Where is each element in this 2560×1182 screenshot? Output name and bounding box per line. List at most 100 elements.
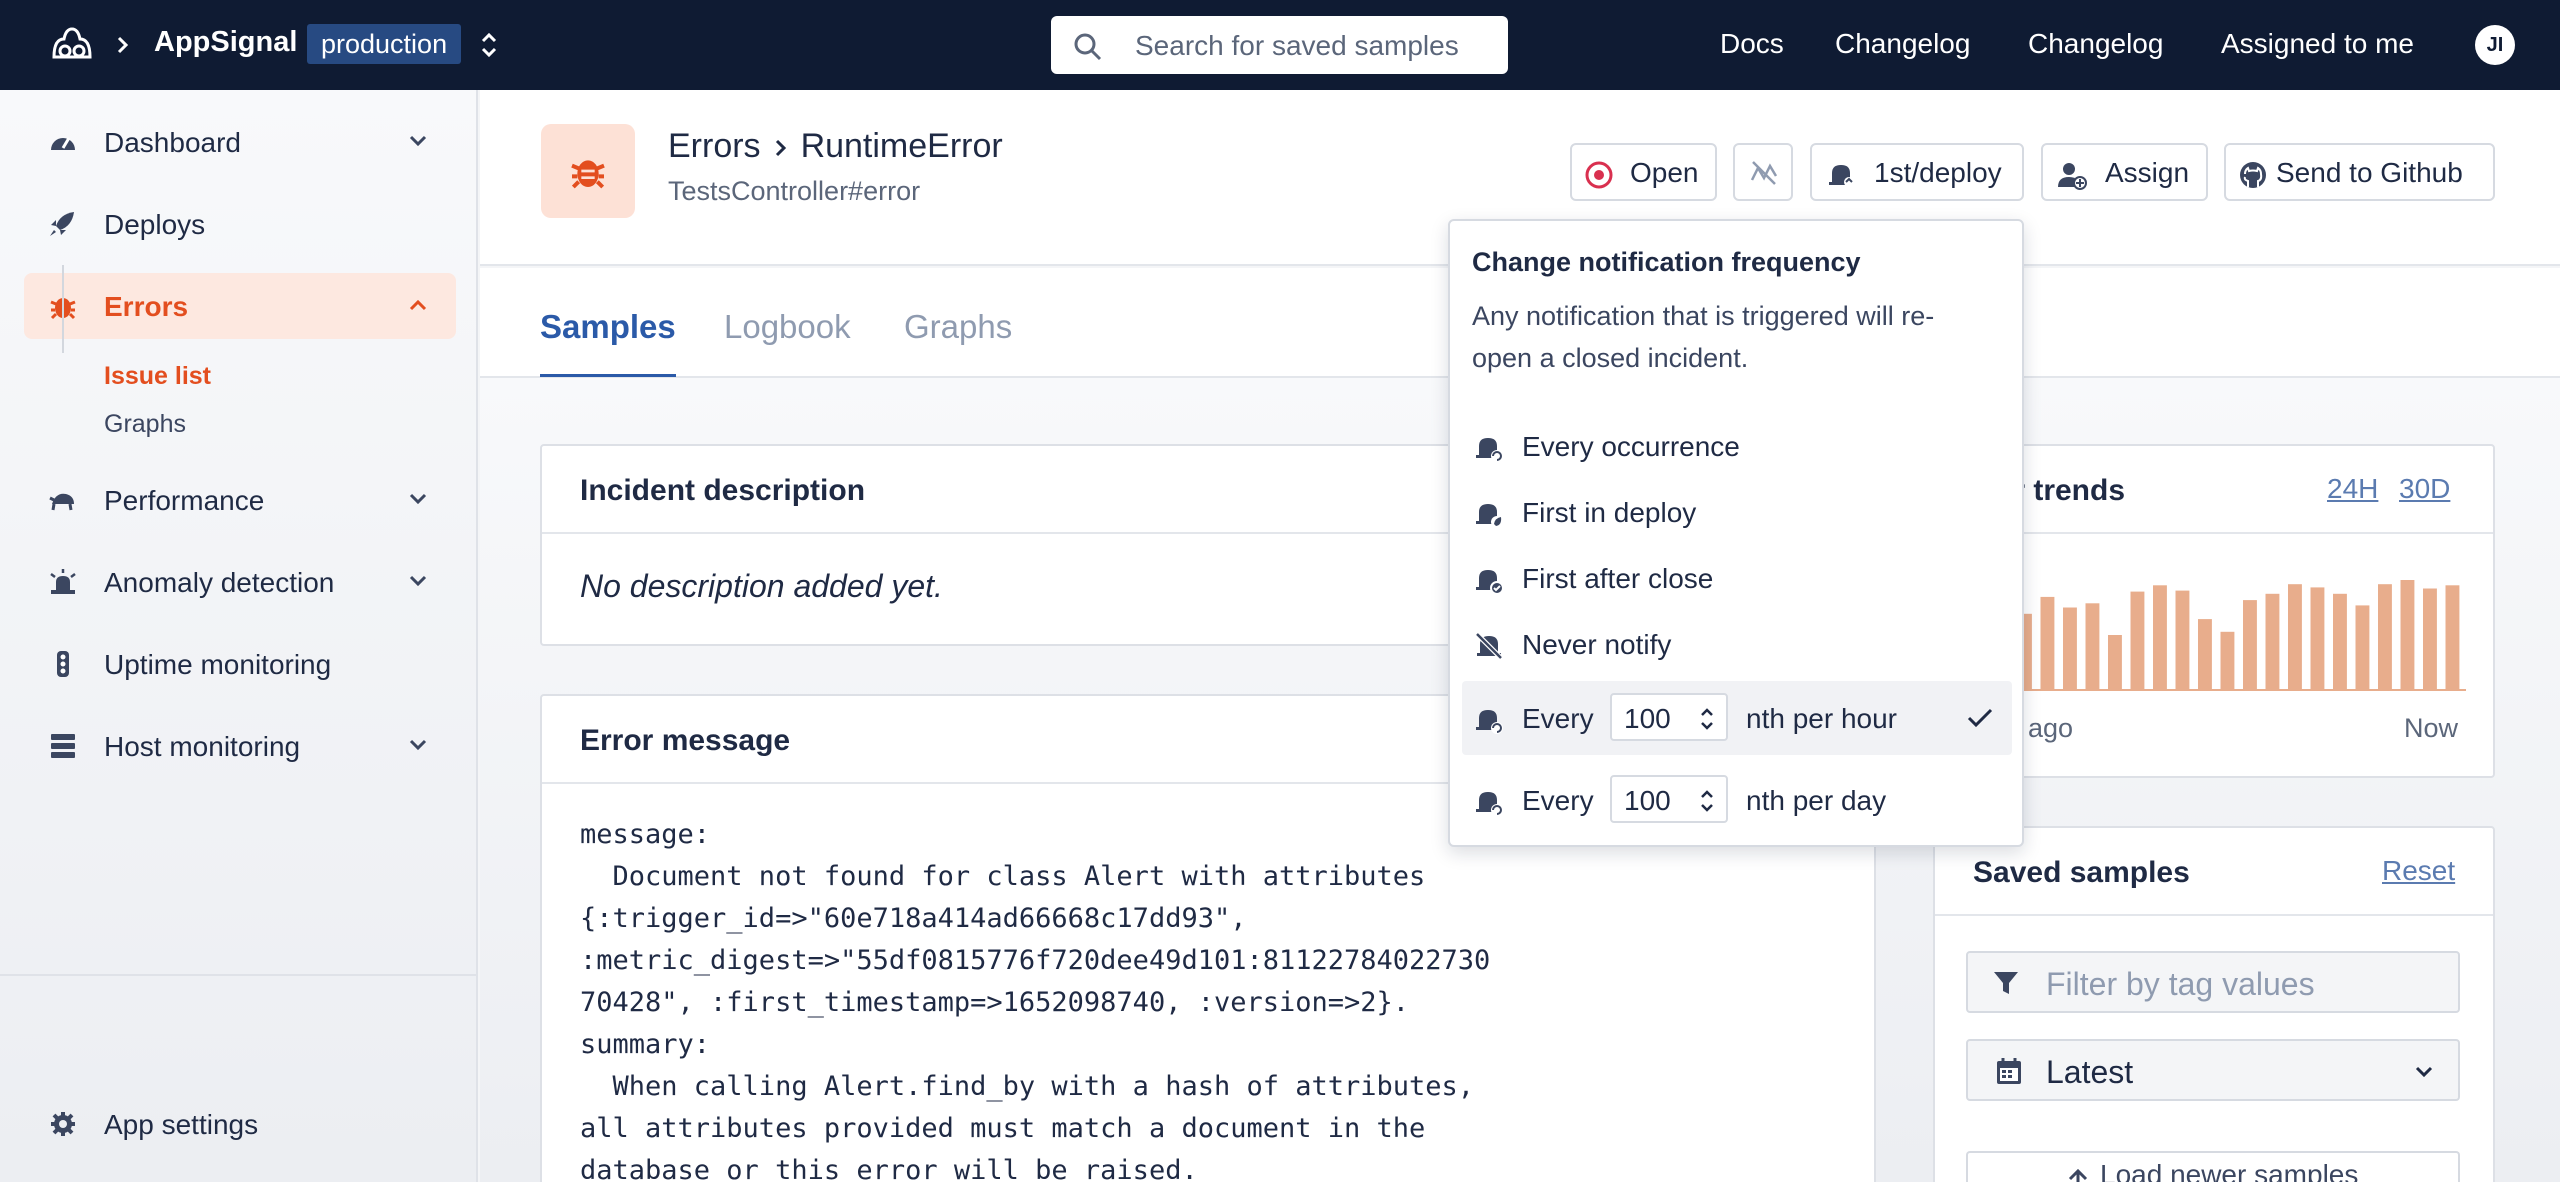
incident-title: RuntimeError <box>800 127 1003 165</box>
option-first-after-close[interactable]: First after close <box>1462 545 2012 611</box>
per-day-number-input[interactable]: 100 <box>1610 775 1728 823</box>
per-hour-value: 100 <box>1624 703 1671 734</box>
turtle-icon <box>49 493 74 511</box>
rocket-icon <box>50 212 74 236</box>
nav-link-changelog[interactable]: Changelog <box>1835 28 1970 60</box>
sidebar-item-dashboard[interactable]: Dashboard <box>24 109 456 175</box>
chevron-down-icon <box>409 493 427 505</box>
nav-link-changelog-2[interactable]: Changelog <box>2028 28 2163 60</box>
code-line: database or this error will be raised. <box>580 1155 1198 1182</box>
open-state-label: Open <box>1630 157 1699 188</box>
bell-repeat-icon <box>1476 792 1503 816</box>
chart-bar <box>2265 593 2280 691</box>
sidebar-item-label: Host monitoring <box>104 731 301 762</box>
option-per-hour-suffix: nth per hour <box>1746 703 1897 734</box>
chevron-down-icon <box>409 135 427 147</box>
sidebar-item-deploys[interactable]: Deploys <box>24 191 456 257</box>
option-never-notify[interactable]: Never notify <box>1462 611 2012 677</box>
assign-button[interactable]: Assign <box>2041 143 2208 201</box>
sidebar-subitem-issue-list[interactable]: Issue list <box>104 362 211 391</box>
tag-filter-input[interactable]: Filter by tag values <box>1966 951 2460 1013</box>
sidebar-item-host-monitoring[interactable]: Host monitoring <box>24 713 456 779</box>
sidebar-footer-divider <box>0 974 478 976</box>
option-label: Never notify <box>1522 629 1672 660</box>
range-24h-link[interactable]: 24H <box>2327 473 2378 505</box>
chart-bar <box>2423 588 2437 690</box>
chart-bar <box>2355 605 2370 690</box>
reset-link[interactable]: Reset <box>2382 855 2455 887</box>
sidebar-item-label: Performance <box>104 485 265 516</box>
chart-bar <box>2288 584 2302 690</box>
arrow-up-icon <box>2068 1168 2088 1182</box>
sidebar-item-label: Uptime monitoring <box>104 649 332 680</box>
option-label: First after close <box>1522 563 1714 594</box>
option-every-label: Every <box>1522 703 1594 734</box>
app-name[interactable]: AppSignal <box>154 26 297 59</box>
chevron-up-down-icon[interactable] <box>478 28 500 62</box>
chevron-down-icon <box>2415 1066 2433 1078</box>
avatar[interactable]: JI <box>2475 25 2515 65</box>
incident-subtitle: TestsController#error <box>668 176 921 206</box>
search-input[interactable]: Search for saved samples <box>1051 16 1508 74</box>
range-30d-link[interactable]: 30D <box>2399 473 2450 505</box>
sort-select[interactable]: Latest <box>1966 1039 2460 1101</box>
github-icon <box>2240 162 2266 188</box>
open-state-button[interactable]: Open <box>1570 143 1717 201</box>
option-every-nth-per-day[interactable]: Every 100 nth per day <box>1462 763 2012 837</box>
send-to-github-button[interactable]: Send to Github <box>2224 143 2495 201</box>
filter-icon <box>1994 972 2018 994</box>
sidebar-item-performance[interactable]: Performance <box>24 467 456 533</box>
option-every-occurrence[interactable]: Every occurrence <box>1462 413 2012 479</box>
sidebar-item-app-settings[interactable]: App settings <box>24 1091 456 1157</box>
bell-deploy-icon <box>1476 504 1503 528</box>
notification-frequency-label: 1st/deploy <box>1874 157 2002 188</box>
code-line: When calling Alert.find_by with a hash o… <box>580 1071 1475 1102</box>
sidebar-subitem-graphs[interactable]: Graphs <box>104 410 186 439</box>
nav-link-assigned-to-me[interactable]: Assigned to me <box>2221 28 2414 60</box>
chart-bar <box>2310 587 2325 690</box>
incident-description-text[interactable]: No description added yet. <box>580 568 943 605</box>
option-label: First in deploy <box>1522 497 1697 528</box>
stepper-icon[interactable] <box>1698 787 1716 815</box>
option-every-nth-per-hour[interactable]: Every 100 nth per hour <box>1462 681 2012 755</box>
appsignal-logo-icon[interactable] <box>50 25 94 65</box>
sidebar-item-errors[interactable]: Errors <box>24 273 456 339</box>
user-plus-icon <box>2058 163 2087 190</box>
nav-link-docs[interactable]: Docs <box>1720 28 1784 60</box>
mute-button[interactable] <box>1733 143 1793 201</box>
chart-bar <box>2108 635 2122 690</box>
bug-icon <box>571 160 605 189</box>
notification-frequency-button[interactable]: 1st/deploy <box>1810 143 2024 201</box>
sidebar-item-label: Errors <box>104 291 189 322</box>
tab-samples[interactable]: Samples <box>540 308 676 346</box>
environment-badge[interactable]: production <box>307 24 462 64</box>
sort-select-value: Latest <box>2046 1054 2134 1090</box>
load-newer-samples-button[interactable]: Load newer samples <box>1966 1151 2460 1182</box>
chart-bar <box>2130 591 2145 690</box>
stepper-icon[interactable] <box>1698 705 1716 733</box>
traffic-light-icon <box>57 651 69 677</box>
chevron-up-icon <box>409 299 427 311</box>
submenu-divider <box>62 265 64 353</box>
search-icon <box>1074 33 1102 61</box>
code-line: 70428", :first_timestamp=>1652098740, :v… <box>580 987 1410 1018</box>
chart-bar <box>2220 631 2235 690</box>
breadcrumb-errors[interactable]: Errors <box>668 127 761 165</box>
server-icon <box>51 734 75 758</box>
sidebar-item-anomaly-detection[interactable]: Anomaly detection <box>24 549 456 615</box>
chart-bars <box>2018 580 2460 691</box>
chart-bar <box>2063 607 2077 690</box>
tab-logbook[interactable]: Logbook <box>724 308 851 346</box>
calendar-icon <box>1997 1058 2021 1084</box>
error-trends-chart <box>2016 580 2466 691</box>
code-line: Document not found for class Alert with … <box>580 861 1426 892</box>
chart-bar <box>2400 580 2415 690</box>
bell-repeat-icon <box>1476 710 1503 734</box>
sidebar-item-uptime-monitoring[interactable]: Uptime monitoring <box>24 631 456 697</box>
option-first-in-deploy[interactable]: First in deploy <box>1462 479 2012 545</box>
chart-bar <box>2445 585 2460 690</box>
bell-repeat-icon <box>1476 438 1503 462</box>
tab-graphs[interactable]: Graphs <box>904 308 1012 346</box>
per-hour-number-input[interactable]: 100 <box>1610 693 1728 741</box>
assign-label: Assign <box>2105 157 2190 188</box>
